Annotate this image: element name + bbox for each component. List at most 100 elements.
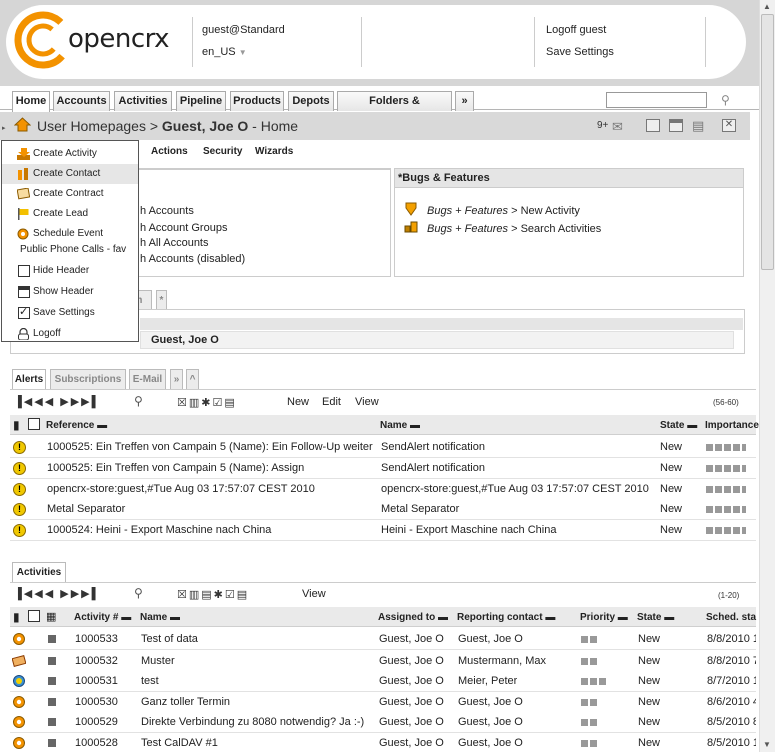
menu-toggle-icon[interactable]: ▸ <box>2 124 8 136</box>
column-type-icon[interactable]: ▦ <box>46 610 56 623</box>
activity-assigned-to[interactable]: Guest, Joe O <box>379 675 444 687</box>
activity-number[interactable]: 1000530 <box>75 696 118 708</box>
tab-products[interactable]: Products <box>230 91 284 111</box>
table-row[interactable]: ! 1000524: Heini - Export Maschine nach … <box>10 520 756 541</box>
column-chooser-icon[interactable]: ▮ <box>13 610 20 624</box>
tab-subscriptions[interactable]: Subscriptions <box>50 369 126 389</box>
scrollbar-thumb[interactable] <box>761 14 774 270</box>
alerts-edit-button[interactable]: Edit <box>322 396 341 408</box>
menu-save-settings[interactable]: ✓ Save Settings <box>2 303 138 323</box>
select-all-checkbox[interactable] <box>28 610 40 622</box>
alerts-new-button[interactable]: New <box>287 396 309 408</box>
table-row[interactable]: ! Metal Separator Metal Separator New <box>10 499 756 520</box>
menu-show-header[interactable]: Show Header <box>2 282 138 302</box>
favorite-link[interactable]: h Accounts <box>140 205 194 217</box>
favorite-link[interactable]: h All Accounts <box>140 237 209 249</box>
tab-folders-documents[interactable]: Folders & Documents <box>337 91 452 126</box>
alert-reference[interactable]: 1000524: Heini - Export Maschine nach Ch… <box>47 524 377 536</box>
menu-wizards[interactable]: Wizards <box>255 146 293 157</box>
activity-name[interactable]: Ganz toller Termin <box>141 696 373 708</box>
tab-collapse[interactable]: ^ <box>186 369 199 389</box>
activity-assigned-to[interactable]: Guest, Joe O <box>379 696 444 708</box>
menu-logoff[interactable]: Logoff <box>2 324 138 344</box>
pager-icons[interactable]: ▐◀◀◀ ▶▶▶▌ <box>14 395 101 408</box>
subtab-add[interactable]: * <box>156 290 167 310</box>
menu-public-phone-calls[interactable]: Public Phone Calls - fav <box>2 240 138 260</box>
activity-assigned-to[interactable]: Guest, Joe O <box>379 633 444 645</box>
activity-number[interactable]: 1000533 <box>75 633 118 645</box>
activity-reporting-contact[interactable]: Guest, Joe O <box>458 737 523 749</box>
activity-name[interactable]: Test of data <box>141 633 373 645</box>
activities-view-button[interactable]: View <box>302 588 326 600</box>
grid-tool-icons[interactable]: ☒▥✱☑▤ <box>177 396 237 409</box>
scroll-up-icon[interactable]: ▲ <box>760 1 774 13</box>
bugs-search-activities-link[interactable]: Bugs + Features > Search Activities <box>427 223 601 235</box>
alert-reference[interactable]: Metal Separator <box>47 503 377 515</box>
select-all-checkbox[interactable] <box>28 418 40 430</box>
activity-number[interactable]: 1000532 <box>75 655 118 667</box>
column-name[interactable]: Name ▬ <box>140 612 180 623</box>
activity-reporting-contact[interactable]: Mustermann, Max <box>458 655 546 667</box>
pager-icons[interactable]: ▐◀◀◀ ▶▶▶▌ <box>14 587 101 600</box>
activity-reporting-contact[interactable]: Guest, Joe O <box>458 633 523 645</box>
menu-security[interactable]: Security <box>203 146 242 157</box>
save-settings-link[interactable]: Save Settings <box>546 46 614 58</box>
column-state[interactable]: State ▬ <box>660 420 697 431</box>
column-reference[interactable]: Reference ▬ <box>46 420 107 431</box>
mail-icon[interactable]: ✉ <box>612 119 623 135</box>
activity-name[interactable]: Muster <box>141 655 373 667</box>
tab-more[interactable]: » <box>170 369 183 389</box>
search-icon[interactable]: ⚲ <box>721 93 730 107</box>
menu-create-contract[interactable]: Create Contract <box>2 184 138 204</box>
table-row[interactable]: ! 1000525: Ein Treffen von Campain 5 (Na… <box>10 458 756 479</box>
column-assigned-to[interactable]: Assigned to ▬ <box>378 612 448 623</box>
activity-assigned-to[interactable]: Guest, Joe O <box>379 655 444 667</box>
tab-home[interactable]: Home <box>12 91 50 112</box>
window-icon[interactable] <box>646 119 660 132</box>
column-reporting-contact[interactable]: Reporting contact ▬ <box>457 612 555 623</box>
print-icon[interactable]: ▤ <box>692 118 704 134</box>
tab-activities[interactable]: Activities <box>114 91 172 111</box>
table-row[interactable]: 1000528 Test CalDAV #1 Guest, Joe O Guest, … <box>10 733 756 752</box>
table-row[interactable]: 1000531 test Guest, Joe O Meier, Peter New 8/… <box>10 671 756 692</box>
activity-name[interactable]: Test CalDAV #1 <box>141 737 373 749</box>
menu-create-activity[interactable]: Create Activity <box>2 144 138 164</box>
tab-pipeline[interactable]: Pipeline <box>176 91 226 111</box>
activity-name[interactable]: test <box>141 675 373 687</box>
logoff-link[interactable]: Logoff guest <box>546 24 606 36</box>
search-icon[interactable]: ⚲ <box>134 586 143 600</box>
table-row[interactable]: 1000530 Ganz toller Termin Guest, Joe O Gue… <box>10 692 756 713</box>
alerts-view-button[interactable]: View <box>355 396 379 408</box>
search-icon[interactable]: ⚲ <box>134 394 143 408</box>
tab-email[interactable]: E-Mail <box>129 369 166 389</box>
table-row[interactable]: 1000533 Test of data Guest, Joe O Guest, Jo… <box>10 629 756 650</box>
activity-number[interactable]: 1000528 <box>75 737 118 749</box>
table-row[interactable]: 1000532 Muster Guest, Joe O Mustermann, Max… <box>10 651 756 672</box>
menu-create-contact[interactable]: Create Contact <box>2 164 138 184</box>
column-state[interactable]: State ▬ <box>637 612 674 623</box>
menu-hide-header[interactable]: Hide Header <box>2 261 138 281</box>
activity-reporting-contact[interactable]: Guest, Joe O <box>458 716 523 728</box>
table-row[interactable]: ! opencrx-store:guest,#Tue Aug 03 17:57:… <box>10 479 756 500</box>
menu-create-lead[interactable]: Create Lead <box>2 204 138 224</box>
favorite-link[interactable]: h Account Groups <box>140 222 227 234</box>
tab-alerts[interactable]: Alerts <box>12 369 46 389</box>
alert-reference[interactable]: opencrx-store:guest,#Tue Aug 03 17:57:07… <box>47 483 377 495</box>
show-header-icon[interactable] <box>669 119 683 132</box>
favorite-link[interactable]: h Accounts (disabled) <box>140 253 245 265</box>
locale-select[interactable]: en_US ▼ <box>202 46 247 58</box>
activity-number[interactable]: 1000531 <box>75 675 118 687</box>
column-priority[interactable]: Priority ▬ <box>580 612 628 623</box>
search-input[interactable] <box>606 92 707 108</box>
tab-accounts[interactable]: Accounts <box>53 91 110 111</box>
column-activity-number[interactable]: Activity # ▬ <box>74 612 131 623</box>
alert-reference[interactable]: 1000525: Ein Treffen von Campain 5 (Name… <box>47 441 377 453</box>
column-name[interactable]: Name ▬ <box>380 420 420 431</box>
activity-reporting-contact[interactable]: Meier, Peter <box>458 675 517 687</box>
tab-depots[interactable]: Depots <box>288 91 334 111</box>
column-scheduled-start[interactable]: Sched. sta <box>706 612 756 623</box>
alert-reference[interactable]: 1000525: Ein Treffen von Campain 5 (Name… <box>47 462 377 474</box>
activity-reporting-contact[interactable]: Guest, Joe O <box>458 696 523 708</box>
column-importance[interactable]: Importance <box>705 420 759 431</box>
table-row[interactable]: ! 1000525: Ein Treffen von Campain 5 (Na… <box>10 437 756 458</box>
